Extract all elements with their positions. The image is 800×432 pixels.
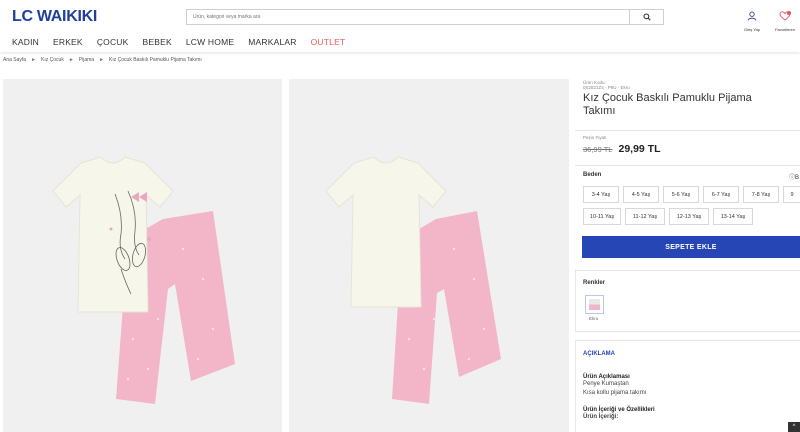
colors-label: Renkler <box>583 280 606 286</box>
size-option-8-9[interactable]: 9 <box>783 186 800 203</box>
nav-item-outlet[interactable]: OUTLET <box>311 37 346 47</box>
breadcrumb-pijama[interactable]: Pijama <box>79 57 94 63</box>
scroll-to-top-button[interactable]: ^ <box>788 422 800 432</box>
favorites-button[interactable]: Favorilerim <box>772 8 798 32</box>
size-option-5-6[interactable]: 5-6 Yaş <box>663 186 699 203</box>
description-line-2: Kısa kollu pijama takımı <box>583 390 647 396</box>
nav-item-erkek[interactable]: ERKEK <box>53 37 83 47</box>
nav-item-lcw-home[interactable]: LCW HOME <box>186 37 234 47</box>
nav-item-cocuk[interactable]: ÇOCUK <box>97 37 129 47</box>
pajama-set-illustration-front <box>52 156 235 404</box>
pajama-set-illustration-flat <box>325 156 501 404</box>
product-info-panel: Ürün Kodu: 0S2821Z4 - P8U - Ekru Kız Çoc… <box>575 73 800 432</box>
product-title: Kız Çocuk Baskılı Pamuklu Pijama Takımı <box>583 92 752 117</box>
search-button[interactable] <box>629 10 663 24</box>
divider <box>575 130 800 131</box>
search-input[interactable] <box>187 10 629 24</box>
size-option-7-8[interactable]: 7-8 Yaş <box>743 186 779 203</box>
size-guide-link[interactable]: ⓘB <box>789 172 799 181</box>
description-box: AÇIKLAMA Ürün Açıklaması Penye Kumaştan … <box>575 340 800 432</box>
size-option-10-11[interactable]: 10-11 Yaş <box>583 208 621 225</box>
login-button[interactable]: Giriş Yap <box>739 8 765 32</box>
chevron-right-icon: ► <box>99 57 105 63</box>
size-option-3-4[interactable]: 3-4 Yaş <box>583 186 619 203</box>
product-image-main[interactable] <box>3 79 282 432</box>
breadcrumb-kiz-cocuk[interactable]: Kız Çocuk <box>41 57 64 63</box>
nav-item-bebek[interactable]: BEBEK <box>143 37 172 47</box>
colors-box: Renkler Ekru <box>575 270 800 332</box>
description-line-1: Penye Kumaştan <box>583 381 629 387</box>
login-label: Giriş Yap <box>743 27 761 32</box>
add-to-cart-button[interactable]: SEPETE EKLE <box>582 236 800 258</box>
size-label: Beden <box>583 172 602 178</box>
swatch-thumbnail <box>589 299 600 310</box>
chevron-right-icon: ► <box>68 57 74 63</box>
product-code: 0S2821Z4 - P8U - Ekru <box>583 85 630 90</box>
nav-item-kadin[interactable]: KADIN <box>12 37 39 47</box>
nav-item-markalar[interactable]: MARKALAR <box>248 37 296 47</box>
chevron-right-icon: ► <box>31 57 37 63</box>
search-icon <box>642 13 651 21</box>
size-option-13-14[interactable]: 13-14 Yaş <box>713 208 753 225</box>
divider <box>575 165 800 166</box>
price-label: Peşin Fiyatı <box>583 135 607 140</box>
user-icon <box>747 11 757 21</box>
description-tab[interactable]: AÇIKLAMA <box>583 351 615 357</box>
search-bar <box>186 9 664 25</box>
brand-logo[interactable]: LC WAIKIKI <box>12 8 97 26</box>
old-price: 36,99 TL <box>583 145 613 154</box>
site-header: LC WAIKIKI Giriş Yap Favorilerim KADIN E… <box>0 0 800 52</box>
content-label: Ürün İçeriği: <box>583 414 619 420</box>
main-nav: KADIN ERKEK ÇOCUK BEBEK LCW HOME MARKALA… <box>12 37 359 47</box>
product-image-secondary[interactable] <box>289 79 569 432</box>
size-guide-text: B <box>795 175 800 181</box>
color-name: Ekru <box>589 316 599 321</box>
heart-icon <box>779 11 791 21</box>
size-option-6-7[interactable]: 6-7 Yaş <box>703 186 739 203</box>
breadcrumb-current: Kız Çocuk Baskılı Pamuklu Pijama Takımı <box>109 57 202 63</box>
breadcrumb-home[interactable]: Ana Sayfa <box>3 57 26 63</box>
size-option-12-13[interactable]: 12-13 Yaş <box>669 208 709 225</box>
size-option-4-5[interactable]: 4-5 Yaş <box>623 186 659 203</box>
breadcrumb: Ana Sayfa ► Kız Çocuk ► Pijama ► Kız Çoc… <box>3 57 202 63</box>
chevron-up-icon: ^ <box>792 424 796 430</box>
color-swatch-ekru[interactable] <box>585 295 604 314</box>
current-price: 29,99 TL <box>618 143 661 155</box>
favorites-label: Favorilerim <box>775 27 795 32</box>
size-option-11-12[interactable]: 11-12 Yaş <box>625 208 665 225</box>
